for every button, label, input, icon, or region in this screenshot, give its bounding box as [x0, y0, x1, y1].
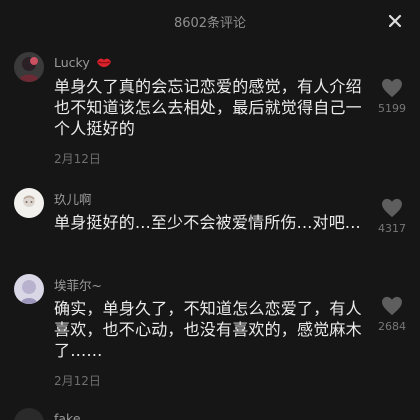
comment-text: 确实，单身久了，不知道怎么恋爱了，有人喜欢，也不心动，也没有喜欢的，感觉麻木了……	[54, 299, 362, 360]
close-button[interactable]	[382, 8, 408, 34]
avatar[interactable]	[14, 408, 44, 420]
like-button[interactable]: 2684	[374, 296, 410, 333]
comment-text: 单身挺好的...至少不会被爱情所伤...对吧...	[54, 213, 361, 232]
like-button[interactable]: 4317	[374, 198, 410, 235]
comment-count-title: 8602条评论	[173, 16, 247, 31]
username[interactable]: 埃菲尔~	[54, 275, 102, 294]
username[interactable]: fake	[54, 411, 81, 420]
comment-item: 埃菲尔~ 确实，单身久了，不知道怎么恋爱了，有人喜欢，也不心动，也没有喜欢的，感…	[0, 274, 420, 404]
avatar[interactable]	[14, 52, 44, 82]
comment-item: fake	[0, 408, 420, 420]
comment-date: 2月12日	[54, 374, 101, 388]
like-count: 2684	[378, 320, 406, 333]
comment-item: Lucky 单身久了真的会忘记恋爱的感觉，有人介绍也不知道该怎么去相处，最后就觉…	[0, 52, 420, 182]
comment-text: 单身久了真的会忘记恋爱的感觉，有人介绍也不知道该怎么去相处，最后就觉得自己一个人…	[54, 77, 362, 138]
like-count: 5199	[378, 102, 406, 115]
close-icon	[388, 14, 402, 28]
avatar[interactable]	[14, 274, 44, 304]
lips-icon	[96, 58, 111, 67]
comment-date: 2月12日	[54, 152, 101, 166]
username[interactable]: 玖儿啊	[54, 189, 92, 208]
heart-icon	[382, 78, 402, 98]
heart-icon	[382, 296, 402, 316]
avatar[interactable]	[14, 188, 44, 218]
comment-list[interactable]: Lucky 单身久了真的会忘记恋爱的感觉，有人介绍也不知道该怎么去相处，最后就觉…	[0, 42, 420, 420]
comment-item: 玖儿啊 单身挺好的...至少不会被爱情所伤...对吧... 4317	[0, 188, 420, 278]
like-button[interactable]: 5199	[374, 78, 410, 115]
username[interactable]: Lucky	[54, 55, 90, 70]
comments-header: 8602条评论	[0, 0, 420, 42]
like-count: 4317	[378, 222, 406, 235]
heart-icon	[382, 198, 402, 218]
